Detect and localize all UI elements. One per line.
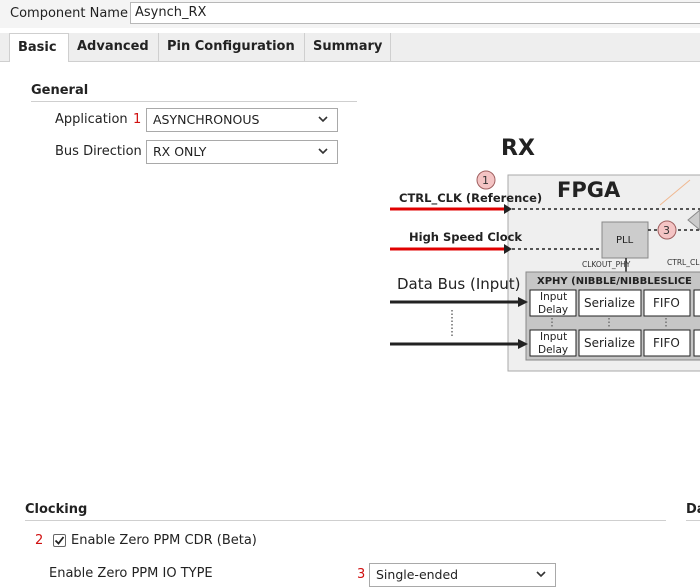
bus-direction-select-value: RX ONLY	[153, 144, 207, 159]
input-delay-text-1b: Delay	[538, 304, 568, 316]
right-section-divider	[686, 520, 700, 521]
next-box-1	[693, 289, 700, 317]
clocking-divider	[25, 520, 666, 521]
general-divider	[31, 101, 357, 102]
serialize-text-1: Serialize	[584, 296, 635, 310]
io-type-select[interactable]: Single-ended	[369, 563, 556, 587]
check-icon	[54, 536, 65, 545]
data-bus-label: Data Bus (Input)	[397, 275, 521, 293]
application-select-value: ASYNCHRONOUS	[153, 112, 260, 127]
hs-clock-label: High Speed Clock	[409, 230, 522, 244]
clocking-section-title: Clocking	[25, 502, 88, 517]
input-delay-text-1: Input	[540, 291, 567, 303]
component-name-input[interactable]: Asynch_RX	[130, 2, 700, 24]
marker-1-text: 1	[482, 174, 489, 187]
chevron-down-icon	[317, 145, 329, 160]
fifo-text-2: FIFO	[653, 336, 680, 350]
serialize-text-2: Serialize	[584, 336, 635, 350]
input-delay-text-2b: Delay	[538, 344, 568, 356]
marker-3-text: 3	[663, 224, 670, 237]
diagram-title: RX	[501, 136, 535, 161]
application-marker: 1	[133, 112, 142, 127]
next-box-2	[693, 329, 700, 357]
bus-direction-label: Bus Direction	[55, 144, 142, 159]
tab-advanced[interactable]: Advanced	[69, 33, 159, 61]
clkout-phy-label: CLKOUT_PHY	[582, 260, 631, 269]
application-label: Application	[55, 112, 128, 127]
right-section-title: Da	[686, 502, 700, 517]
cdr-checkbox[interactable]	[53, 534, 66, 547]
ctrl-clk-label: CTRL_CLK (Reference)	[399, 191, 542, 206]
tab-summary[interactable]: Summary	[305, 33, 391, 61]
tab-basic[interactable]: Basic	[9, 33, 69, 62]
general-section-title: General	[31, 83, 89, 98]
ctrl-clk-internal-label: CTRL_CL	[667, 258, 700, 267]
io-type-marker: 3	[357, 567, 366, 582]
tab-pin-configuration[interactable]: Pin Configuration	[159, 33, 305, 61]
input-delay-text-2: Input	[540, 331, 567, 343]
application-select[interactable]: ASYNCHRONOUS	[146, 108, 338, 132]
fifo-text-1: FIFO	[653, 296, 680, 310]
rx-diagram: RX FPGA 1 CTRL_CLK (Reference) High Spee…	[390, 136, 700, 372]
cdr-marker: 2	[35, 533, 44, 548]
xphy-label: XPHY (NIBBLE/NIBBLESLICE	[537, 276, 692, 287]
chevron-down-icon	[535, 568, 547, 583]
cdr-label: Enable Zero PPM CDR (Beta)	[71, 533, 257, 548]
io-type-label: Enable Zero PPM IO TYPE	[49, 566, 213, 581]
chevron-down-icon	[317, 113, 329, 128]
fpga-label: FPGA	[557, 178, 621, 202]
bus-direction-select[interactable]: RX ONLY	[146, 140, 338, 164]
pll-label: PLL	[616, 235, 634, 246]
io-type-select-value: Single-ended	[376, 567, 459, 582]
tab-bar: Basic Advanced Pin Configuration Summary	[0, 33, 700, 62]
component-name-label: Component Name	[10, 6, 128, 21]
